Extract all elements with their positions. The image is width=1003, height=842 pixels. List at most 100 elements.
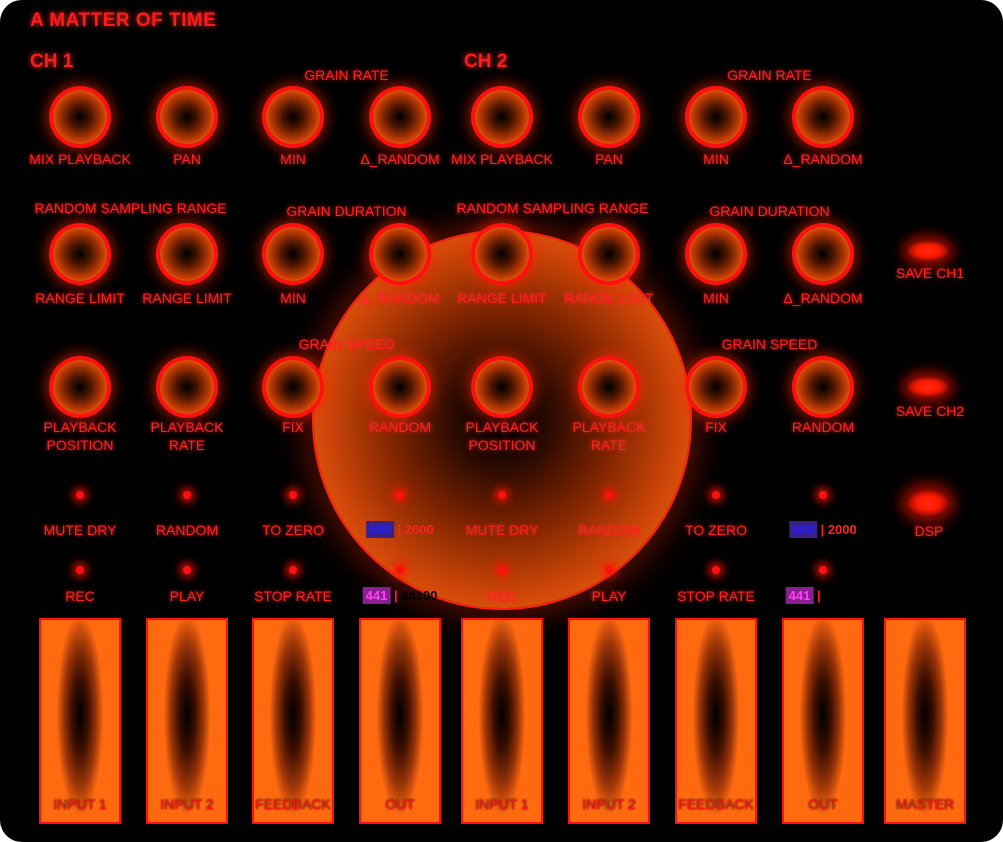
number-value[interactable]: 441 <box>785 587 814 604</box>
toggle-led[interactable] <box>76 566 84 574</box>
fader[interactable] <box>359 618 441 824</box>
fader[interactable] <box>252 618 334 824</box>
toggle-led[interactable] <box>396 566 404 574</box>
separator: | <box>390 588 402 603</box>
fader-label: FEEDBACK <box>255 796 331 812</box>
app-title: A MATTER OF TIME <box>30 10 217 31</box>
toggle-label: MUTE DRY <box>43 522 117 538</box>
number-max: 44100 <box>401 588 438 603</box>
fader-label: INPUT 1 <box>475 796 529 812</box>
master-fader[interactable] <box>884 618 966 824</box>
group-label-random-sampling-range: RANDOM SAMPLING RANGE <box>34 200 227 216</box>
knob[interactable] <box>689 90 743 144</box>
sample-rate-number-box[interactable]: 441 | 44100 <box>785 587 860 604</box>
knob[interactable] <box>582 227 636 281</box>
separator: | <box>813 588 825 603</box>
knob[interactable] <box>266 90 320 144</box>
toggle-led[interactable] <box>396 491 404 499</box>
toggle-led[interactable] <box>76 491 84 499</box>
knob-label: PLAYBACK RATE <box>572 419 646 453</box>
knob-label: PAN <box>173 151 201 167</box>
fader[interactable] <box>782 618 864 824</box>
knob[interactable] <box>160 90 214 144</box>
knob-label: Δ_RANDOM <box>783 290 863 306</box>
save-ch2-button[interactable] <box>908 377 948 397</box>
toggle-led[interactable] <box>819 491 827 499</box>
knob[interactable] <box>796 90 850 144</box>
knob-label: PLAYBACK RATE <box>150 419 224 453</box>
group-label-random-sampling-range: RANDOM SAMPLING RANGE <box>456 200 649 216</box>
knob[interactable] <box>53 360 107 414</box>
toggle-label: RANDOM <box>155 522 219 538</box>
fader[interactable] <box>461 618 543 824</box>
knob-label: Δ_RANDOM <box>783 151 863 167</box>
toggle-label: PLAY <box>591 588 627 604</box>
knob[interactable] <box>53 227 107 281</box>
toggle-label: STOP RATE <box>254 588 332 604</box>
knob[interactable] <box>160 360 214 414</box>
knob-label: PAN <box>595 151 623 167</box>
fader[interactable] <box>675 618 757 824</box>
knob[interactable] <box>373 90 427 144</box>
toggle-led[interactable] <box>289 566 297 574</box>
dsp-toggle[interactable] <box>908 490 948 516</box>
knob[interactable] <box>689 227 743 281</box>
knob[interactable] <box>582 360 636 414</box>
fader[interactable] <box>568 618 650 824</box>
sample-rate-number-box[interactable]: 441 | 44100 <box>362 587 438 604</box>
group-label-grain-rate: GRAIN RATE <box>727 67 812 83</box>
knob[interactable] <box>160 227 214 281</box>
fader-label: OUT <box>808 796 838 812</box>
toggle-led[interactable] <box>289 491 297 499</box>
save-ch1-button[interactable] <box>908 241 948 261</box>
group-label-grain-speed: GRAIN SPEED <box>721 336 818 352</box>
fader-label: INPUT 1 <box>53 796 107 812</box>
knob[interactable] <box>796 360 850 414</box>
fader[interactable] <box>146 618 228 824</box>
toggle-label: MUTE DRY <box>465 522 539 538</box>
toggle-led[interactable] <box>183 566 191 574</box>
knob[interactable] <box>582 90 636 144</box>
channel-title: CH 2 <box>464 51 508 72</box>
toggle-led[interactable] <box>712 491 720 499</box>
knob[interactable] <box>266 360 320 414</box>
grain-count-number-box[interactable]: 500 | 2000 <box>366 521 434 538</box>
knob[interactable] <box>373 360 427 414</box>
knob-label: MIN <box>703 151 729 167</box>
knob[interactable] <box>475 360 529 414</box>
knob-label: FIX <box>705 419 727 435</box>
knob-label: MIX PLAYBACK <box>451 151 553 167</box>
fader-label: INPUT 2 <box>160 796 214 812</box>
knob[interactable] <box>266 227 320 281</box>
grain-count-number-box[interactable]: 500 | 2000 <box>789 521 857 538</box>
knob[interactable] <box>475 227 529 281</box>
knob[interactable] <box>689 360 743 414</box>
number-value[interactable]: 500 <box>789 521 817 538</box>
number-max: 2000 <box>827 522 857 537</box>
toggle-led[interactable] <box>183 491 191 499</box>
toggle-led[interactable] <box>712 566 720 574</box>
group-label-grain-duration: GRAIN DURATION <box>709 203 830 219</box>
toggle-led[interactable] <box>498 491 506 499</box>
number-value[interactable]: 500 <box>366 521 394 538</box>
fader[interactable] <box>39 618 121 824</box>
number-value[interactable]: 441 <box>362 587 391 604</box>
knob[interactable] <box>796 227 850 281</box>
toggle-label: REC <box>487 588 517 604</box>
knob-label: Δ_RANDOM <box>360 151 440 167</box>
toggle-led[interactable] <box>605 491 613 499</box>
knob-label: FIX <box>282 419 304 435</box>
knob-label: PLAYBACK POSITION <box>43 419 117 453</box>
knob[interactable] <box>475 90 529 144</box>
knob-label: PLAYBACK POSITION <box>465 419 539 453</box>
save-ch2-label: SAVE CH2 <box>895 403 965 419</box>
separator: | <box>393 522 405 537</box>
number-max: 2000 <box>404 522 434 537</box>
toggle-led[interactable] <box>605 566 613 574</box>
knob[interactable] <box>373 227 427 281</box>
toggle-label: PLAY <box>169 588 205 604</box>
toggle-led[interactable] <box>819 566 827 574</box>
toggle-led[interactable] <box>498 566 506 574</box>
knob[interactable] <box>53 90 107 144</box>
separator: | <box>816 522 828 537</box>
